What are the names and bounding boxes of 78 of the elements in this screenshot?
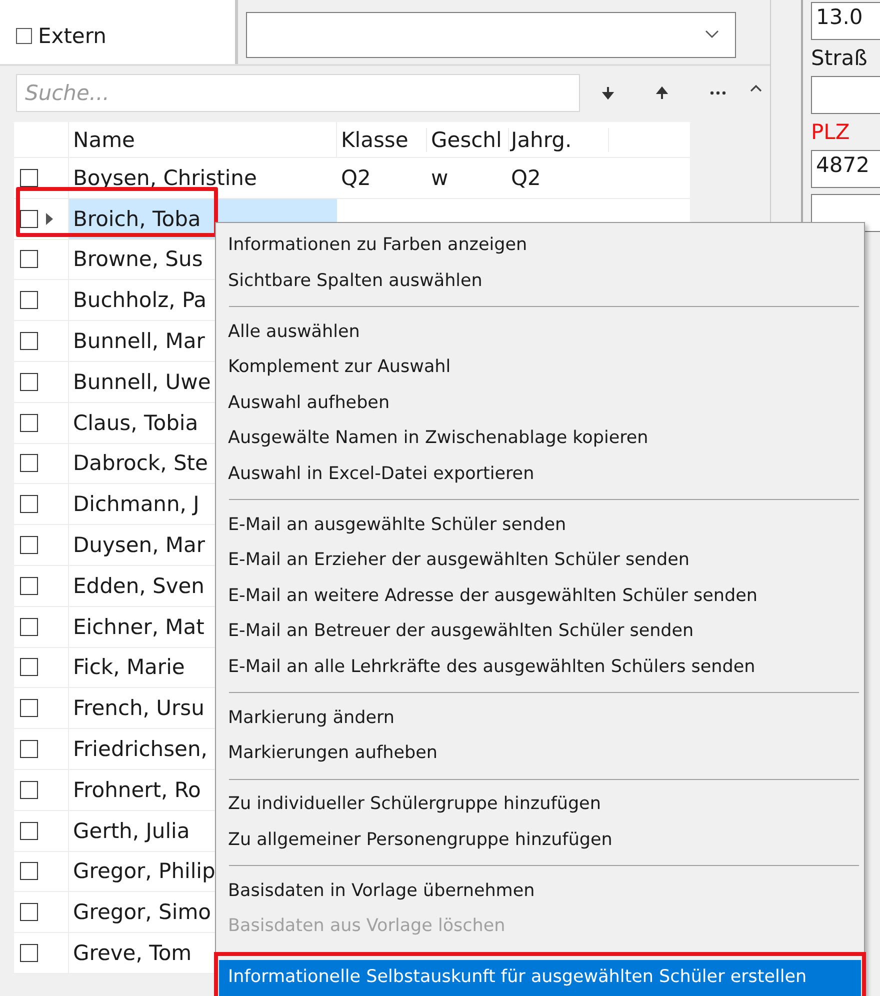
table-cell: Greve, Tom	[73, 941, 192, 966]
scroll-up-icon[interactable]	[750, 84, 762, 92]
menu-item[interactable]: Informationelle Selbstauskunft für ausgewählten Schüler erstellen	[219, 960, 861, 996]
row-checkbox[interactable]	[20, 862, 38, 880]
table-cell: Buchholz, Pa	[73, 288, 207, 312]
row-checkbox[interactable]	[20, 944, 38, 962]
search-field[interactable]: Suche...	[16, 74, 580, 112]
table-cell: Gregor, Simo	[73, 900, 211, 924]
row-checkbox[interactable]	[20, 780, 38, 799]
table-cell-text: Q2	[510, 166, 542, 190]
row-checkbox[interactable]	[20, 699, 38, 718]
menu-item[interactable]: Auswahl aufheben	[219, 386, 861, 421]
column-header[interactable]: Name	[69, 122, 337, 157]
table-cell-text: Q2	[340, 166, 372, 190]
table-cell: Eichner, Mat	[73, 614, 204, 639]
row-checkbox[interactable]	[20, 372, 38, 391]
row-checkbox[interactable]	[20, 618, 38, 636]
menu-item[interactable]: E-Mail an Betreuer der ausgewählten Schüler senden	[219, 614, 861, 650]
menu-item[interactable]: E-Mail an Erzieher der ausgewählten Schüler senden	[219, 543, 861, 578]
table-cell: French, Ursu	[73, 696, 204, 720]
dropdown[interactable]	[246, 12, 736, 58]
row-checkbox[interactable]	[20, 414, 38, 432]
row-checkbox[interactable]	[20, 168, 38, 187]
menu-item[interactable]: Markierungen aufheben	[219, 736, 861, 772]
more-icon[interactable]	[710, 91, 726, 95]
column-header[interactable]: Klasse	[337, 128, 427, 152]
menu-item[interactable]: E-Mail an alle Lehrkräfte des ausgewählten Schülers senden	[219, 650, 861, 685]
menu-item[interactable]: Zu allgemeiner Personengruppe hinzufügen	[219, 822, 861, 858]
menu-item[interactable]: Auswahl in Excel-Datei exportieren	[219, 456, 861, 492]
table-cell: Gerth, Julia	[73, 818, 190, 843]
row-checkbox[interactable]	[20, 822, 38, 840]
table-cell: Boysen, Christine	[73, 166, 257, 190]
menu-item[interactable]: Komplement zur Auswahl	[219, 350, 861, 386]
menu-item[interactable]: Basisdaten in Vorlage übernehmen	[219, 874, 861, 909]
row-checkbox[interactable]	[20, 740, 38, 758]
row-checkbox[interactable]	[20, 210, 38, 228]
table-cell: Bunnell, Mar	[73, 329, 205, 354]
extern-checkbox[interactable]: Extern	[16, 24, 106, 48]
row-checkbox[interactable]	[20, 332, 38, 350]
table-cell: Dichmann, J	[73, 492, 200, 516]
row-checkbox[interactable]	[20, 291, 38, 310]
table-cell-text: w	[430, 166, 450, 190]
column-header[interactable]: Jahrg.	[509, 128, 609, 152]
menu-item[interactable]: Ausgewälte Namen in Zwischenablage kopieren	[219, 421, 861, 456]
table-cell: Dabrock, Ste	[73, 451, 208, 476]
field-label: PLZ	[811, 120, 851, 144]
row-checkbox[interactable]	[20, 658, 38, 676]
input-field[interactable]	[811, 76, 880, 114]
row-checkbox[interactable]	[20, 903, 38, 922]
table-cell: Broich, Toba	[73, 206, 201, 231]
menu-item[interactable]: Sichtbare Spalten auswählen	[219, 264, 861, 299]
input-field[interactable]: 4872	[811, 150, 880, 188]
arrow-up-icon[interactable]	[656, 86, 668, 100]
menu-item[interactable]: Alle auswählen	[219, 314, 861, 350]
table-cell: Gregor, Philip	[73, 859, 216, 884]
menu-item[interactable]: E-Mail an ausgewählte Schüler senden	[219, 508, 861, 543]
row-checkbox[interactable]	[20, 495, 38, 514]
table-cell: Duysen, Mar	[73, 533, 206, 558]
row-checkbox[interactable]	[20, 250, 38, 268]
column-header[interactable]: Geschl	[427, 128, 509, 152]
table-cell: Browne, Sus	[73, 247, 203, 272]
menu-item[interactable]: Zu individueller Schülergruppe hinzufügen	[219, 787, 861, 822]
field-label: Straß	[811, 46, 868, 70]
chevron-down-icon	[705, 30, 719, 39]
menu-item[interactable]: Informationen zu Farben anzeigen	[219, 228, 861, 264]
row-checkbox[interactable]	[20, 454, 38, 472]
menu-item[interactable]: E-Mail an weitere Adresse der ausgewählten Schüler senden	[219, 578, 861, 614]
menu-item[interactable]: Markierung ändern	[219, 700, 861, 736]
input-field[interactable]: 13.0	[811, 2, 880, 40]
table-cell: Fick, Marie	[73, 655, 185, 680]
row-checkbox[interactable]	[20, 536, 38, 554]
table-cell: Claus, Tobia	[73, 410, 198, 435]
table-cell: Friedrichsen,	[73, 737, 208, 762]
table-cell: Edden, Sven	[73, 574, 204, 598]
arrow-down-icon[interactable]	[602, 86, 614, 100]
table-cell: Bunnell, Uwe	[73, 370, 211, 394]
row-checkbox[interactable]	[20, 576, 38, 595]
table-cell: Frohnert, Ro	[73, 778, 201, 802]
